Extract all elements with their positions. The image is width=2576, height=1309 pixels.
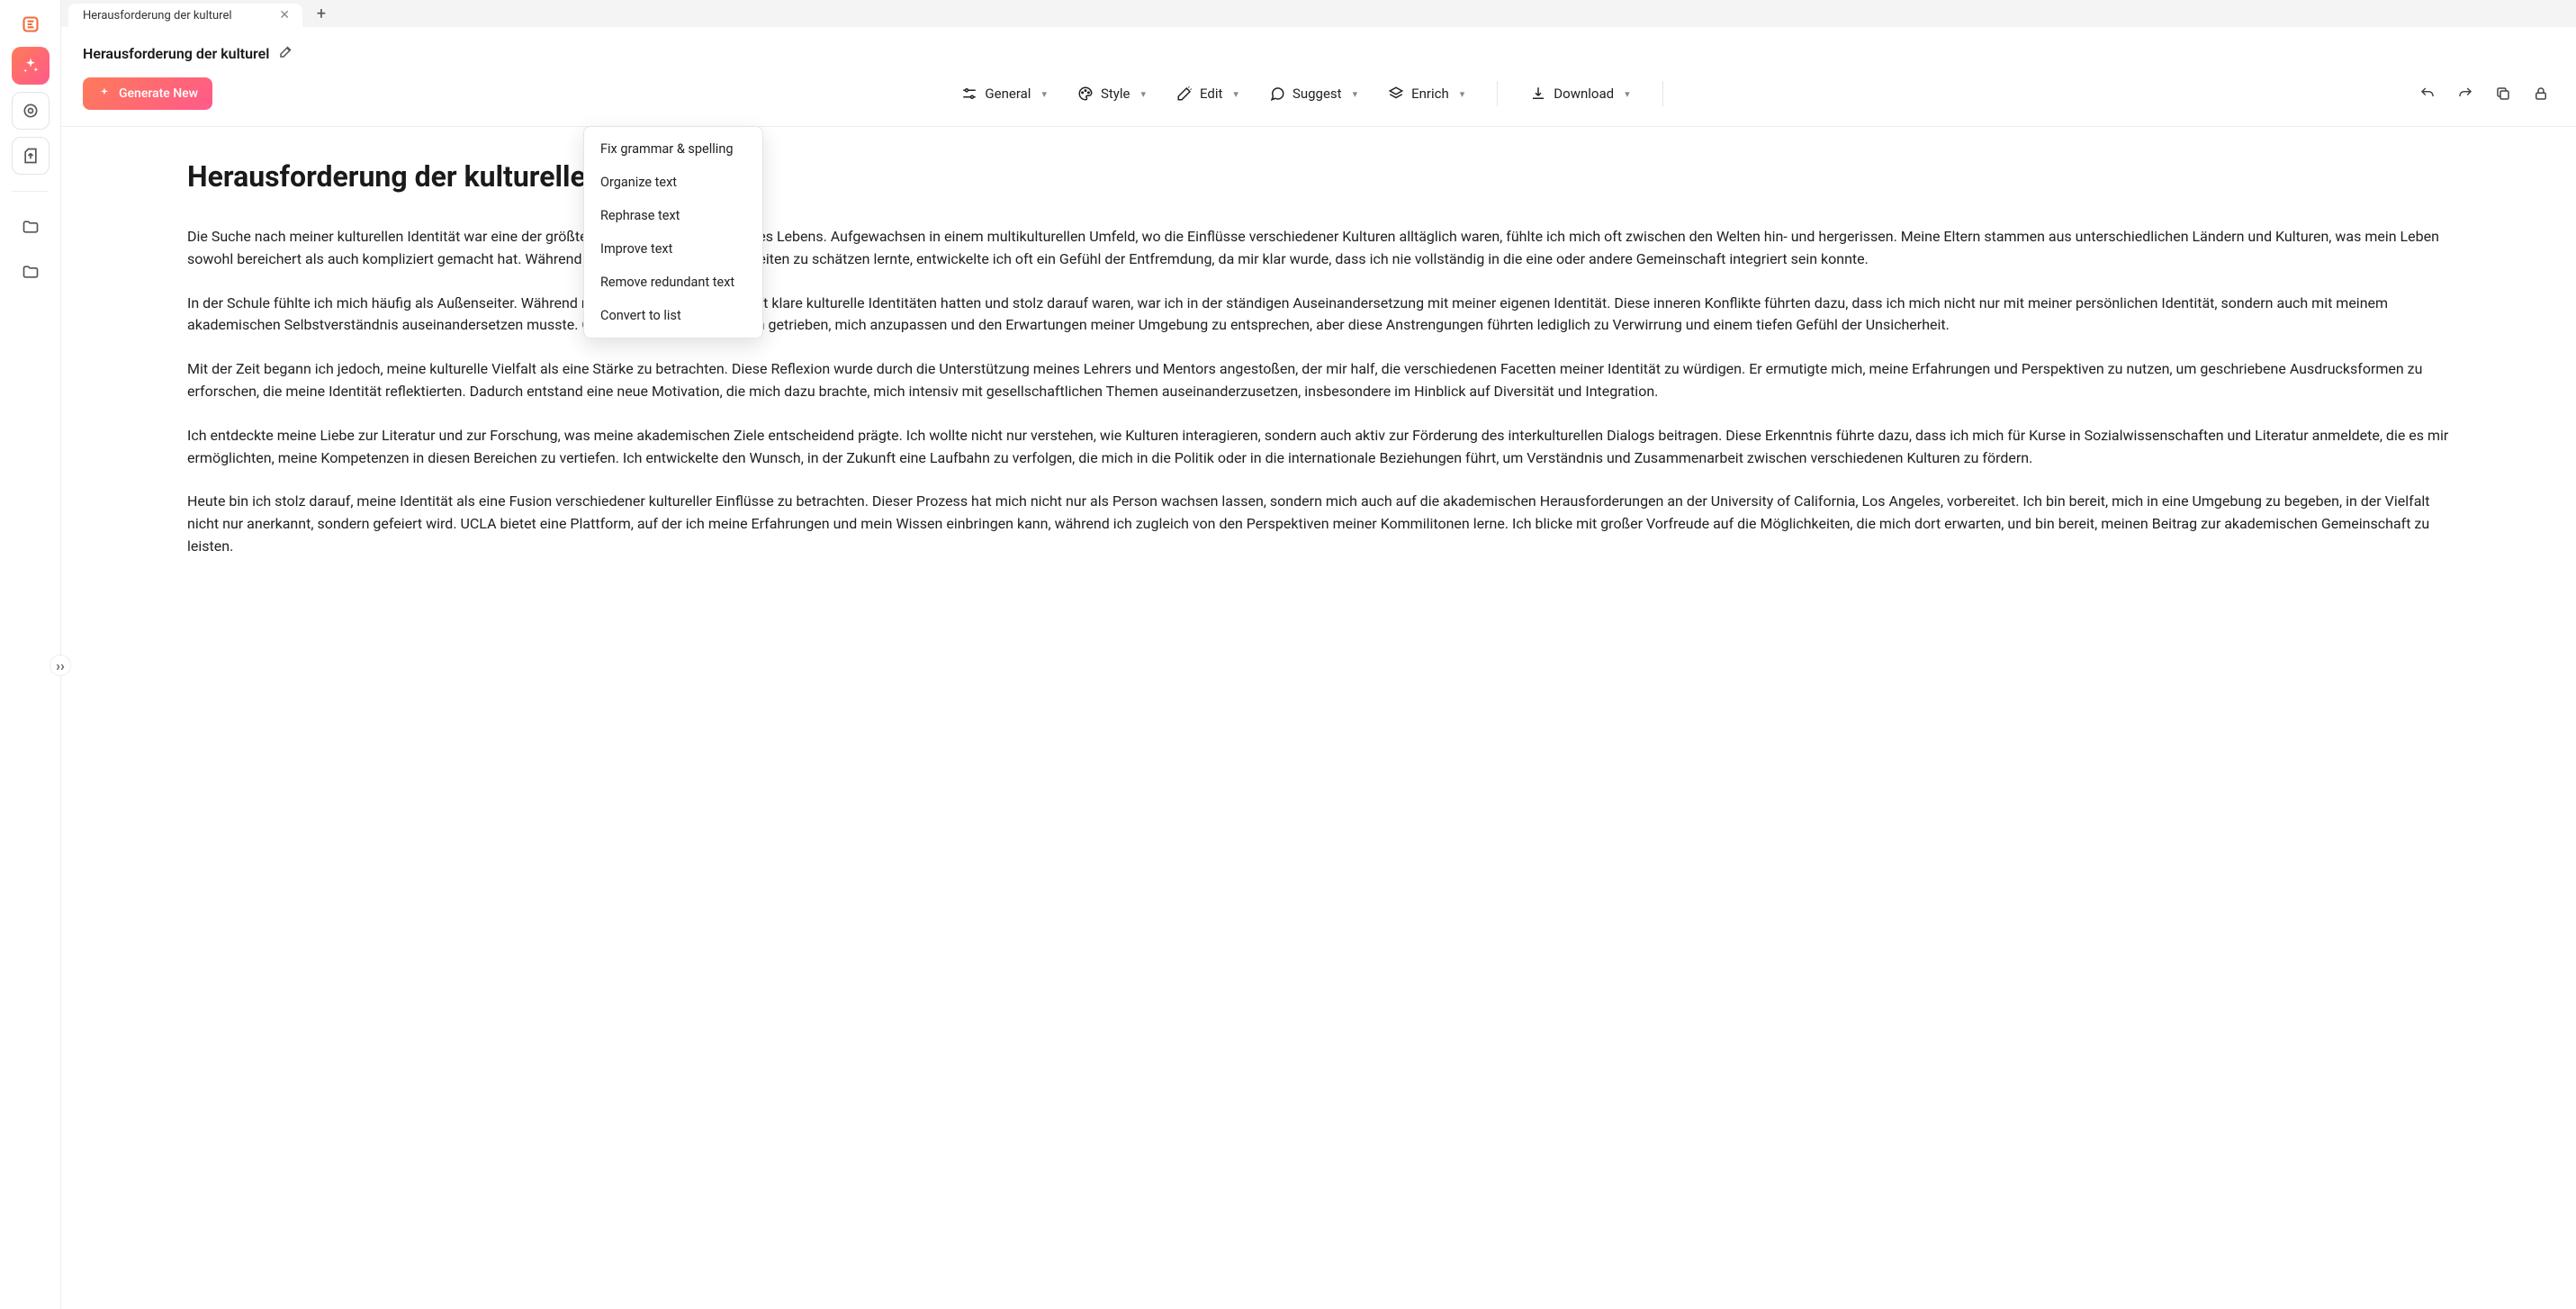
chat-icon [1269, 86, 1285, 102]
nav-generate[interactable] [12, 47, 50, 85]
lock-button[interactable] [2527, 80, 2554, 107]
redo-button[interactable] [2452, 80, 2479, 107]
document-title-bar: Herausforderung der kulturel [61, 27, 2576, 70]
nav-export[interactable] [12, 137, 50, 175]
main-area: Herausforderung der kulturel ✕ + Herausf… [61, 0, 2576, 1309]
enrich-menu[interactable]: Enrich▾ [1375, 78, 1477, 109]
menu-convert-list[interactable]: Convert to list [584, 299, 762, 332]
toolbar: Generate New General▾ Style▾ Edit▾ Sugge… [61, 70, 2576, 127]
tab-bar: Herausforderung der kulturel ✕ + [61, 0, 2576, 27]
palette-icon [1077, 86, 1094, 102]
paragraph: In der Schule fühlte ich mich häufig als… [187, 293, 2450, 338]
menu-improve-text[interactable]: Improve text [584, 232, 762, 266]
document-tab[interactable]: Herausforderung der kulturel ✕ [68, 4, 302, 27]
redo-icon [2457, 86, 2473, 102]
wand-icon [1176, 86, 1193, 102]
menu-organize-text[interactable]: Organize text [584, 166, 762, 199]
nav-folder-1[interactable] [12, 208, 50, 246]
toolbar-right-group [2414, 80, 2554, 107]
general-menu[interactable]: General▾ [949, 78, 1059, 109]
chevron-down-icon: ▾ [1041, 88, 1047, 100]
download-icon [1530, 86, 1546, 102]
nav-ai-tool[interactable] [12, 92, 50, 130]
generate-new-button[interactable]: Generate New [83, 77, 212, 110]
undo-button[interactable] [2414, 80, 2441, 107]
toolbar-divider [1662, 81, 1663, 106]
close-icon[interactable]: ✕ [279, 8, 290, 23]
tab-title: Herausforderung der kulturel [83, 9, 232, 23]
edit-title-icon[interactable] [278, 43, 294, 63]
chevron-down-icon: ▾ [1460, 88, 1465, 100]
layers-icon [1388, 86, 1404, 102]
sliders-icon [961, 86, 977, 102]
chevron-down-icon: ▾ [1353, 88, 1358, 100]
paragraph: Die Suche nach meiner kulturellen Identi… [187, 226, 2450, 271]
undo-icon [2419, 86, 2436, 102]
copy-icon [2495, 86, 2511, 102]
edit-dropdown: Fix grammar & spelling Organize text Rep… [583, 126, 763, 339]
edit-menu[interactable]: Edit▾ [1164, 78, 1251, 109]
suggest-menu[interactable]: Suggest▾ [1256, 78, 1370, 109]
nav-folder-2[interactable] [12, 253, 50, 291]
paragraph: Mit der Zeit begann ich jedoch, meine ku… [187, 358, 2450, 403]
menu-rephrase-text[interactable]: Rephrase text [584, 199, 762, 232]
document-content[interactable]: Herausforderung der kulturellen Die Such… [61, 127, 2576, 1309]
copy-button[interactable] [2490, 80, 2517, 107]
document-heading: Herausforderung der kulturellen [187, 159, 2450, 194]
sidebar-expand-handle[interactable]: ›› [50, 654, 71, 676]
left-sidebar: ›› [0, 0, 61, 1309]
sidebar-divider [12, 191, 48, 192]
menu-remove-redundant[interactable]: Remove redundant text [584, 266, 762, 299]
download-menu[interactable]: Download▾ [1518, 78, 1642, 109]
toolbar-divider [1497, 81, 1498, 106]
chevron-down-icon: ▾ [1233, 88, 1238, 100]
generate-new-label: Generate New [119, 86, 198, 101]
menu-fix-grammar[interactable]: Fix grammar & spelling [584, 132, 762, 166]
paragraph: Ich entdeckte meine Liebe zur Literatur … [187, 425, 2450, 470]
new-tab-button[interactable]: + [308, 0, 335, 27]
app-logo [15, 9, 46, 40]
paragraph: Heute bin ich stolz darauf, meine Identi… [187, 491, 2450, 557]
lock-icon [2533, 86, 2549, 102]
toolbar-center-group: General▾ Style▾ Edit▾ Suggest▾ Enrich▾ [949, 78, 1677, 109]
style-menu[interactable]: Style▾ [1065, 78, 1158, 109]
chevron-down-icon: ▾ [1140, 88, 1146, 100]
chevron-down-icon: ▾ [1625, 88, 1630, 100]
document-title: Herausforderung der kulturel [83, 45, 269, 62]
